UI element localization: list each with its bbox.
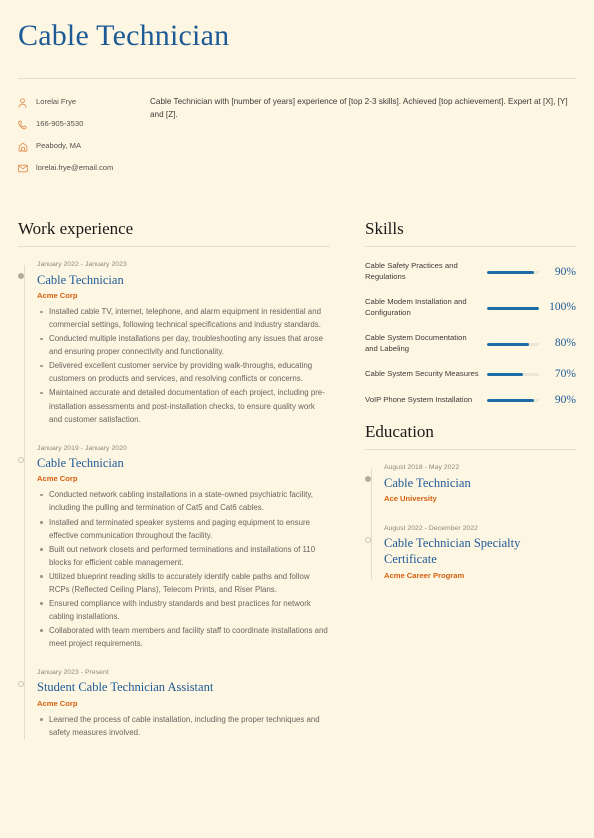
entry-organization: Acme Career Program xyxy=(384,570,465,580)
entry-bullet: Installed and terminated speaker systems… xyxy=(37,516,330,542)
entry-organization: Acme Corp xyxy=(37,474,78,484)
skill-progress-fill xyxy=(487,270,534,274)
entry-organization: Acme Corp xyxy=(37,291,78,301)
skills-heading: Skills xyxy=(365,219,404,238)
page-title: Cable Technician xyxy=(18,19,230,52)
skills-list: Cable Safety Practices and Regulations 90… xyxy=(365,261,576,406)
timeline-marker-filled xyxy=(18,273,24,280)
skill-row: Cable System Documentation and Labeling 8… xyxy=(365,333,576,355)
work-experience-divider xyxy=(18,246,330,248)
timeline-marker-hollow xyxy=(365,537,371,544)
contact-row: Lorelai Frye xyxy=(18,97,146,108)
education-heading: Education xyxy=(365,422,434,442)
entry-bullet: Conducted network cabling installations … xyxy=(37,488,330,514)
entry-bullet: Conducted multiple installations per day… xyxy=(37,332,330,358)
timeline-marker-hollow xyxy=(18,456,24,463)
professional-summary: Cable Technician with [number of years] … xyxy=(150,97,568,120)
entry-title[interactable]: Cable Technician Specialty Certificate xyxy=(384,536,576,567)
contact-row: lorelai.frye@email.com xyxy=(18,163,146,174)
skill-row: Cable Modem Installation and Configurati… xyxy=(365,297,576,319)
skill-progress-fill xyxy=(487,373,524,377)
skill-name: Cable Modem Installation and Configurati… xyxy=(365,297,467,318)
entry-bullet-list: Conducted network cabling installations … xyxy=(37,488,330,649)
entry-bullet: Built out network closets and performed … xyxy=(37,543,330,569)
contact-text: lorelai.frye@email.com xyxy=(36,163,114,173)
contact-text: Peabody, MA xyxy=(36,141,82,151)
entry-date: January 2019 - January 2020 xyxy=(37,444,127,452)
entry-bullet: Utilized blueprint reading skills to acc… xyxy=(37,570,330,596)
entry-date: August 2022 - December 2022 xyxy=(384,525,478,533)
skill-percent-label: 100% xyxy=(549,301,576,314)
entry-date: January 2022 - January 2023 xyxy=(37,261,127,269)
skill-progress-fill xyxy=(487,398,534,402)
header-body: Lorelai Frye 166-905-3530 Peabody, MA lorel… xyxy=(18,79,576,185)
skill-percent-label: 70% xyxy=(554,368,576,381)
contact-row: 166-905-3530 xyxy=(18,119,146,130)
skill-row: Cable System Security Measures 70% xyxy=(365,369,576,381)
work-experience-timeline: January 2022 - January 2023 Cable Technic… xyxy=(18,261,330,740)
work-entry: January 2022 - January 2023 Cable Technic… xyxy=(18,261,330,425)
skill-progress-track xyxy=(487,398,539,402)
entry-title[interactable]: Student Cable Technician Assistant xyxy=(37,680,330,696)
contact-text: Lorelai Frye xyxy=(36,97,77,107)
work-entry: January 2019 - January 2020 Cable Technic… xyxy=(18,444,330,650)
education-entry: August 2018 - May 2022 Cable Technician Ac… xyxy=(365,464,576,504)
contact-row: Peabody, MA xyxy=(18,141,146,152)
work-experience-heading: Work experience xyxy=(18,219,134,238)
entry-title[interactable]: Cable Technician xyxy=(37,273,330,289)
location-icon xyxy=(18,141,31,152)
education-divider xyxy=(365,449,576,451)
entry-bullet: Maintained accurate and detailed documen… xyxy=(37,386,330,425)
skill-progress-track xyxy=(487,373,539,377)
skill-progress-fill xyxy=(487,306,539,310)
skill-row: Cable Safety Practices and Regulations 90… xyxy=(365,261,576,283)
skill-row: VoIP Phone System Installation 90% xyxy=(365,393,576,407)
entry-date: August 2018 - May 2022 xyxy=(384,464,460,472)
email-icon xyxy=(18,163,31,174)
work-entry: January 2023 - Present Student Cable Tech… xyxy=(18,668,330,739)
timeline-marker-hollow xyxy=(18,680,24,687)
skill-name: VoIP Phone System Installation xyxy=(365,394,473,404)
phone-icon xyxy=(18,119,31,130)
person-icon xyxy=(18,97,31,108)
skill-progress-fill xyxy=(487,342,529,346)
skill-name: Cable Safety Practices and Regulations xyxy=(365,261,458,282)
skill-name: Cable System Documentation and Labeling xyxy=(365,333,467,354)
entry-organization: Ace University xyxy=(384,494,437,504)
skill-progress-track xyxy=(487,306,539,310)
skill-progress-track xyxy=(487,342,539,346)
entry-date: January 2023 - Present xyxy=(37,668,109,676)
entry-bullet-list: Installed cable TV, internet, telephone,… xyxy=(37,305,330,425)
education-timeline: August 2018 - May 2022 Cable Technician Ac… xyxy=(365,464,576,581)
skill-name: Cable System Security Measures xyxy=(365,369,479,379)
contact-list: Lorelai Frye 166-905-3530 Peabody, MA lorel… xyxy=(18,95,146,185)
skill-progress-track xyxy=(487,270,539,274)
entry-bullet: Installed cable TV, internet, telephone,… xyxy=(37,305,330,331)
skill-percent-label: 90% xyxy=(554,393,576,406)
entry-organization: Acme Corp xyxy=(37,698,78,708)
right-column: Skills Cable Safety Practices and Regula… xyxy=(338,219,576,585)
entry-bullet: Collaborated with team members and facil… xyxy=(37,624,330,650)
entry-bullet: Delivered excellent customer service by … xyxy=(37,359,330,385)
entry-title[interactable]: Cable Technician xyxy=(384,476,576,492)
entry-bullet-list: Learned the process of cable installatio… xyxy=(37,713,330,739)
entry-bullet: Learned the process of cable installatio… xyxy=(37,713,330,739)
left-column: Work experience January 2022 - January 2… xyxy=(18,219,338,740)
content-columns: Work experience January 2022 - January 2… xyxy=(18,185,576,740)
skill-percent-label: 90% xyxy=(554,265,576,278)
skill-percent-label: 80% xyxy=(554,337,576,350)
contact-text: 166-905-3530 xyxy=(36,119,84,129)
skills-divider xyxy=(365,246,576,248)
timeline-marker-filled xyxy=(365,476,371,483)
entry-bullet: Ensured compliance with industry standar… xyxy=(37,597,330,623)
education-section: Education August 2018 - May 2022 Cable Te… xyxy=(365,422,576,581)
resume-page: Cable Technician Lorelai Frye 166-905-353… xyxy=(0,0,594,838)
education-entry: August 2022 - December 2022 Cable Technic… xyxy=(365,525,576,580)
entry-title[interactable]: Cable Technician xyxy=(37,456,330,472)
